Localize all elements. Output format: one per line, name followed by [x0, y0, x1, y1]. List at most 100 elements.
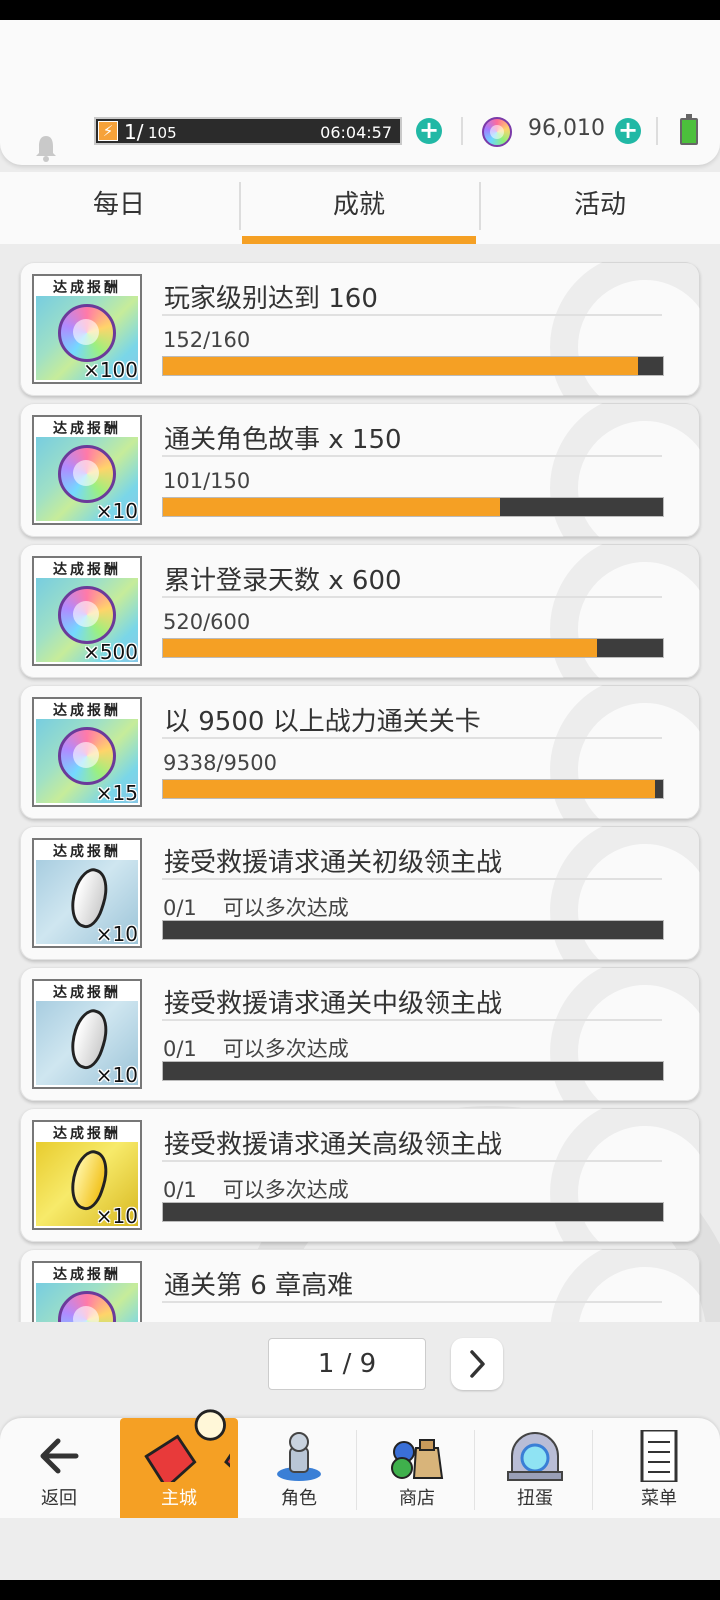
reward-quantity: ×15: [95, 781, 138, 805]
tab-bar: 每日 成就 活动: [0, 172, 720, 244]
progress-text: 0/1 可以多次达成: [163, 892, 349, 922]
progress-count: 152/160: [163, 328, 251, 352]
reward-badge: 达成报酬 ×500: [32, 556, 142, 666]
achievement-card[interactable]: 达成报酬 ×10 接受救援请求通关初级领主战 0/1 可以多次达成: [20, 826, 700, 960]
nav-label: 主城: [161, 1488, 197, 1509]
menu-icon: [640, 1430, 678, 1482]
progress-text: 520/600: [163, 610, 276, 634]
page-indicator: 1 / 9: [268, 1338, 426, 1390]
progress-fill: [163, 498, 500, 516]
achievement-card[interactable]: 达成报酬 ×10 接受救援请求通关中级领主战 0/1 可以多次达成: [20, 967, 700, 1101]
achievement-title: 累计登录天数 x 600: [164, 566, 402, 596]
reward-label: 达成报酬: [53, 1267, 121, 1283]
add-stamina-button[interactable]: +: [416, 118, 442, 144]
character-icon: [277, 1432, 321, 1481]
bell-icon[interactable]: [34, 134, 58, 162]
gem-icon: [482, 117, 512, 147]
card-divider: [162, 596, 662, 598]
achievement-title: 接受救援请求通关中级领主战: [164, 989, 503, 1019]
progress-count: 101/150: [163, 469, 251, 493]
progress-count: 0/1: [163, 1178, 197, 1202]
progress-bar: [162, 356, 664, 376]
nav-menu[interactable]: 菜单: [600, 1418, 718, 1518]
reward-badge: 达成报酬 ×10: [32, 415, 142, 525]
progress-text: 0/1 可以多次达成: [163, 1033, 349, 1063]
rainbow-orb-icon: [58, 304, 116, 362]
achievement-card[interactable]: 达成报酬 ×100 玩家级别达到 160 152/160: [20, 262, 700, 396]
progress-fill: [163, 357, 638, 375]
stamina-current: 1/: [124, 120, 144, 144]
card-divider: [162, 737, 662, 739]
rainbow-orb-icon: [58, 445, 116, 503]
chevron-right-icon: [470, 1350, 485, 1378]
nav-label: 返回: [41, 1488, 77, 1509]
achievement-card[interactable]: 达成报酬 ×10 通关角色故事 x 150 101/150: [20, 403, 700, 537]
progress-bar: [162, 638, 664, 658]
progress-bar: [162, 920, 664, 940]
card-divider: [162, 1301, 662, 1303]
achievement-list[interactable]: 达成报酬 ×100 玩家级别达到 160 152/160 达成报酬 ×10 通关角色故事 x…: [0, 246, 720, 1322]
progress-count: 0/1: [163, 896, 197, 920]
achievement-card[interactable]: 达成报酬 ×15 以 9500 以上战力通关关卡 9338/9500: [20, 685, 700, 819]
progress-bar: [162, 1202, 664, 1222]
rainbow-orb-icon: [58, 586, 116, 644]
progress-text: 9338/9500: [163, 751, 303, 775]
reward-badge: 达成报酬: [32, 1261, 142, 1322]
achievement-title: 接受救援请求通关高级领主战: [164, 1130, 503, 1160]
repeatable-note: 可以多次达成: [222, 896, 349, 920]
stamina-max: 105: [148, 124, 177, 142]
rainbow-orb-icon: [58, 727, 116, 785]
nav-characters[interactable]: 角色: [240, 1418, 358, 1518]
nav-label: 扭蛋: [517, 1488, 553, 1509]
progress-text: 0/1 可以多次达成: [163, 1174, 349, 1204]
progress-count: 0/1: [163, 1037, 197, 1061]
progress-fill: [163, 780, 655, 798]
nav-shop[interactable]: 商店: [358, 1418, 476, 1518]
add-gems-button[interactable]: +: [615, 118, 641, 144]
nav-home[interactable]: 主城: [120, 1409, 238, 1518]
nav-label: 菜单: [641, 1488, 677, 1509]
repeatable-note: 可以多次达成: [222, 1178, 349, 1202]
reward-quantity: ×10: [95, 1204, 138, 1228]
achievement-card[interactable]: 达成报酬 ×10 接受救援请求通关高级领主战 0/1 可以多次达成: [20, 1108, 700, 1242]
achievement-title: 以 9500 以上战力通关关卡: [164, 707, 481, 737]
card-divider: [162, 455, 662, 457]
progress-fill: [163, 639, 597, 657]
achievement-title: 接受救援请求通关初级领主战: [164, 848, 503, 878]
tab-achievements[interactable]: 成就: [240, 172, 478, 244]
reward-label: 达成报酬: [53, 985, 121, 1001]
achievement-title: 玩家级别达到 160: [164, 284, 378, 314]
reward-quantity: ×10: [95, 1063, 138, 1087]
reward-label: 达成报酬: [53, 844, 121, 860]
reward-badge: 达成报酬 ×100: [32, 274, 142, 384]
reward-badge: 达成报酬 ×10: [32, 979, 142, 1089]
back-arrow-icon: [40, 1438, 79, 1474]
reward-label: 达成报酬: [53, 280, 121, 296]
reward-badge: 达成报酬 ×15: [32, 697, 142, 807]
tab-events[interactable]: 活动: [481, 172, 719, 244]
card-emblem: [550, 1249, 700, 1322]
achievement-card[interactable]: 达成报酬 通关第 6 章高难: [20, 1249, 700, 1322]
reward-quantity: ×100: [83, 358, 138, 382]
bottom-nav: 返回 主城 角色 商店 扭蛋 菜单: [0, 1409, 720, 1518]
castle-icon: [144, 1409, 230, 1482]
reward-label: 达成报酬: [53, 1126, 121, 1142]
reward-badge: 达成报酬 ×10: [32, 838, 142, 948]
reward-badge: 达成报酬 ×10: [32, 1120, 142, 1230]
achievement-title: 通关角色故事 x 150: [164, 425, 402, 455]
reward-quantity: ×10: [95, 922, 138, 946]
next-page-button[interactable]: [451, 1338, 503, 1390]
nav-spacer: [0, 1518, 720, 1580]
shop-icon: [391, 1439, 444, 1479]
progress-count: 9338/9500: [163, 751, 277, 775]
tab-daily[interactable]: 每日: [0, 172, 238, 244]
nav-gacha[interactable]: 扭蛋: [476, 1418, 594, 1518]
system-bar: [0, 1580, 720, 1600]
gem-count: 96,010: [528, 116, 605, 141]
nav-back[interactable]: 返回: [0, 1418, 118, 1518]
repeatable-note: 可以多次达成: [222, 1037, 349, 1061]
achievement-card[interactable]: 达成报酬 ×500 累计登录天数 x 600 520/600: [20, 544, 700, 678]
progress-text: 152/160: [163, 328, 276, 352]
card-divider: [162, 1160, 662, 1162]
progress-text: [163, 1315, 189, 1322]
